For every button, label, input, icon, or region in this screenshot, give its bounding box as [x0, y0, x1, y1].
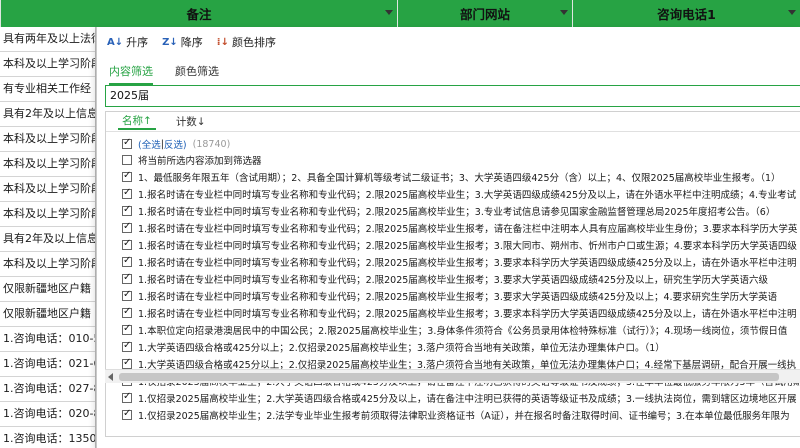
column-header-remarks[interactable]: 备注 [0, 0, 398, 27]
sort-descending-label: 降序 [180, 36, 203, 49]
column-header-label: 咨询电话1 [657, 7, 716, 22]
item-label: 1、最低服务年限五年（含试用期）；2、具备全国计算机等级考试二级证书；3、大学英… [138, 173, 781, 184]
item-checkbox[interactable] [122, 340, 132, 352]
sort-by-name-button[interactable]: 名称↑ [118, 113, 156, 130]
list-item[interactable]: 1.报名时请在专业栏中同时填写专业名称和专业代码；2.限2025届高校毕业生；3… [106, 203, 800, 219]
color-sort-button[interactable]: ⁞↓ 颜色排序 [217, 34, 276, 50]
filter-search-input[interactable]: 2025届 [105, 85, 800, 107]
select-all-row[interactable]: (全选 | 反选) (18740) [106, 136, 800, 152]
item-checkbox[interactable] [122, 323, 132, 335]
scroll-left-icon[interactable] [108, 373, 113, 381]
sort-ascending-label: 升序 [126, 36, 149, 49]
sort-ascending-icon: A↓ [107, 36, 124, 48]
filter-tabs: 内容筛选 颜色筛选 [109, 63, 219, 85]
sheet-cell[interactable]: 具有2年及以上信息 [0, 102, 95, 127]
tab-content-filter[interactable]: 内容筛选 [109, 63, 153, 85]
sheet-cell[interactable]: 本科及以上学习阶段 [0, 52, 95, 77]
item-checkbox[interactable] [122, 204, 132, 216]
item-label: 1.报名时请在专业栏中同时填写专业名称和专业代码；2.限2025届高校毕业生报考… [138, 241, 797, 252]
add-to-filter-row[interactable]: 将当前所选内容添加到筛选器 [106, 152, 800, 168]
filter-panel: A↓ 升序 Z↓ 降序 ⁞↓ 颜色排序 内容筛选 颜色筛选 2025届 名称↑ … [96, 27, 800, 448]
sheet-cell[interactable]: 本科及以上学习阶段 [0, 177, 95, 202]
column-header-label: 部门网站 [459, 7, 510, 22]
list-item[interactable]: 1.报名时请在专业栏中同时填写专业名称和专业代码；2.限2025届高校毕业生；3… [106, 186, 800, 202]
sheet-cell[interactable]: 1.咨询电话：027-8 [0, 377, 95, 402]
column-header-label: 备注 [186, 7, 212, 22]
item-checkbox[interactable] [122, 289, 132, 301]
sort-by-count-button[interactable]: 计数↓ [176, 114, 206, 129]
list-item[interactable]: 1、最低服务年限五年（含试用期）；2、具备全国计算机等级考试二级证书；3、大学英… [106, 169, 800, 185]
item-checkbox[interactable] [122, 306, 132, 318]
sort-descending-button[interactable]: Z↓ 降序 [162, 34, 203, 50]
item-label: 1.报名时请在专业栏中同时填写专业名称和专业代码；2.限2025届高校毕业生报考… [138, 292, 778, 303]
sheet-cell[interactable]: 具有两年及以上法律 [0, 27, 95, 52]
select-all-checkbox[interactable] [122, 137, 132, 149]
list-item[interactable]: 1.报名时请在专业栏中同时填写专业名称和专业代码；2.限2025届高校毕业生报考… [106, 254, 800, 270]
tab-color-filter[interactable]: 颜色筛选 [175, 63, 219, 85]
item-checkbox[interactable] [122, 170, 132, 182]
color-sort-label: 颜色排序 [231, 36, 276, 49]
list-item[interactable]: 1.大学英语四级合格或425分以上；2.仅招录2025届高校毕业生；3.落户须符… [106, 339, 800, 355]
item-label: 1.本职位定向招录港澳居民中的中国公民；2.限2025届高校毕业生；3.身体条件… [138, 326, 788, 337]
select-all-link[interactable]: (全选 [138, 137, 161, 151]
filter-dropdown-icon[interactable] [788, 10, 796, 15]
item-label: 1.报名时请在专业栏中同时填写专业名称和专业代码；2.限2025届高校毕业生报考… [138, 309, 797, 320]
sheet-header-row: 备注 部门网站 咨询电话1 [0, 0, 800, 27]
sheet-cell[interactable]: 1.咨询电话：010-5 [0, 327, 95, 352]
sheet-cell[interactable]: 1.咨询电话：13509 [0, 427, 95, 448]
sort-toolbar: A↓ 升序 Z↓ 降序 ⁞↓ 颜色排序 [107, 34, 276, 50]
item-label: 1.大学英语四级合格或425分以上；2.仅招录2025届高校毕业生；3.落户须符… [138, 343, 665, 354]
item-label: 1.仅招录2025届高校毕业生；2.法学专业毕业生报考前须取得法律职业资格证书（… [138, 411, 790, 422]
list-item[interactable]: 1.报名时请在专业栏中同时填写专业名称和专业代码；2.限2025届高校毕业生报考… [106, 220, 800, 236]
item-label: 1.报名时请在专业栏中同时填写专业名称和专业代码；2.限2025届高校毕业生；3… [138, 207, 776, 218]
column-header-phone[interactable]: 咨询电话1 [573, 0, 800, 27]
item-checkbox[interactable] [122, 255, 132, 267]
sheet-cell[interactable]: 仅限新疆地区户籍 [0, 277, 95, 302]
sheet-cell[interactable]: 仅限新疆地区户籍 [0, 302, 95, 327]
list-column-header: 名称↑ 计数↓ [106, 112, 800, 132]
item-label: 1.报名时请在专业栏中同时填写专业名称和专业代码；2.限2025届高校毕业生报考… [138, 258, 797, 269]
total-count: (18740) [192, 138, 231, 150]
sheet-cell[interactable]: 本科及以上学习阶段 [0, 152, 95, 177]
horizontal-scrollbar[interactable] [105, 369, 800, 383]
add-to-filter-label: 将当前所选内容添加到筛选器 [138, 156, 262, 167]
item-checkbox[interactable] [122, 272, 132, 284]
list-item[interactable]: 1.报名时请在专业栏中同时填写专业名称和专业代码；2.限2025届高校毕业生报考… [106, 271, 800, 287]
list-item[interactable]: 1.报名时请在专业栏中同时填写专业名称和专业代码；2.限2025届高校毕业生报考… [106, 305, 800, 321]
sheet-cell[interactable]: 本科及以上学习阶段 [0, 252, 95, 277]
column-header-department-site[interactable]: 部门网站 [398, 0, 573, 27]
item-checkbox[interactable] [122, 187, 132, 199]
item-checkbox[interactable] [122, 391, 132, 403]
list-item[interactable]: 1.报名时请在专业栏中同时填写专业名称和专业代码；2.限2025届高校毕业生报考… [106, 237, 800, 253]
filter-dropdown-icon[interactable] [385, 10, 393, 15]
sheet-cell[interactable]: 本科及以上学习阶段 [0, 202, 95, 227]
scrollbar-thumb[interactable] [119, 373, 779, 381]
sheet-cell[interactable]: 有专业相关工作经 [0, 77, 95, 102]
add-to-filter-checkbox[interactable] [122, 155, 132, 165]
sheet-cell[interactable]: 具有2年及以上信息 [0, 227, 95, 252]
item-checkbox[interactable] [122, 238, 132, 250]
sheet-left-column: 具有两年及以上法律 本科及以上学习阶段 有专业相关工作经 具有2年及以上信息 本… [0, 27, 96, 448]
list-item[interactable]: 1.仅招录2025届高校毕业生；2.大学英语四级合格或425分及以上，请在备注中… [106, 390, 800, 406]
color-sort-icon: ⁞↓ [216, 36, 229, 48]
list-item[interactable]: 1.仅招录2025届高校毕业生；2.法学专业毕业生报考前须取得法律职业资格证书（… [106, 407, 800, 423]
item-label: 1.仅招录2025届高校毕业生；2.大学英语四级合格或425分及以上，请在备注中… [138, 394, 797, 405]
item-label: 1.报名时请在专业栏中同时填写专业名称和专业代码；2.限2025届高校毕业生报考… [138, 224, 798, 235]
item-checkbox[interactable] [122, 221, 132, 233]
sort-descending-icon: Z↓ [162, 36, 178, 48]
sheet-cell[interactable]: 1.咨询电话：020-8 [0, 402, 95, 427]
item-label: 1.报名时请在专业栏中同时填写专业名称和专业代码；2.限2025届高校毕业生；3… [138, 190, 797, 201]
filter-value-list: 名称↑ 计数↓ (全选 | 反选) (18740) 将当前所选内容添加到筛选器 … [105, 111, 800, 437]
item-checkbox[interactable] [122, 408, 132, 420]
filter-dropdown-icon[interactable] [560, 10, 568, 15]
list-item[interactable]: 1.本职位定向招录港澳居民中的中国公民；2.限2025届高校毕业生；3.身体条件… [106, 322, 800, 338]
item-label: 1.报名时请在专业栏中同时填写专业名称和专业代码；2.限2025届高校毕业生报考… [138, 275, 769, 286]
list-item[interactable]: 1.报名时请在专业栏中同时填写专业名称和专业代码；2.限2025届高校毕业生报考… [106, 288, 800, 304]
sort-ascending-button[interactable]: A↓ 升序 [107, 34, 148, 50]
sheet-cell[interactable]: 1.咨询电话：021-6 [0, 352, 95, 377]
item-checkbox[interactable] [122, 357, 132, 369]
invert-selection-link[interactable]: 反选) [164, 137, 187, 151]
sheet-cell[interactable]: 本科及以上学习阶段 [0, 127, 95, 152]
